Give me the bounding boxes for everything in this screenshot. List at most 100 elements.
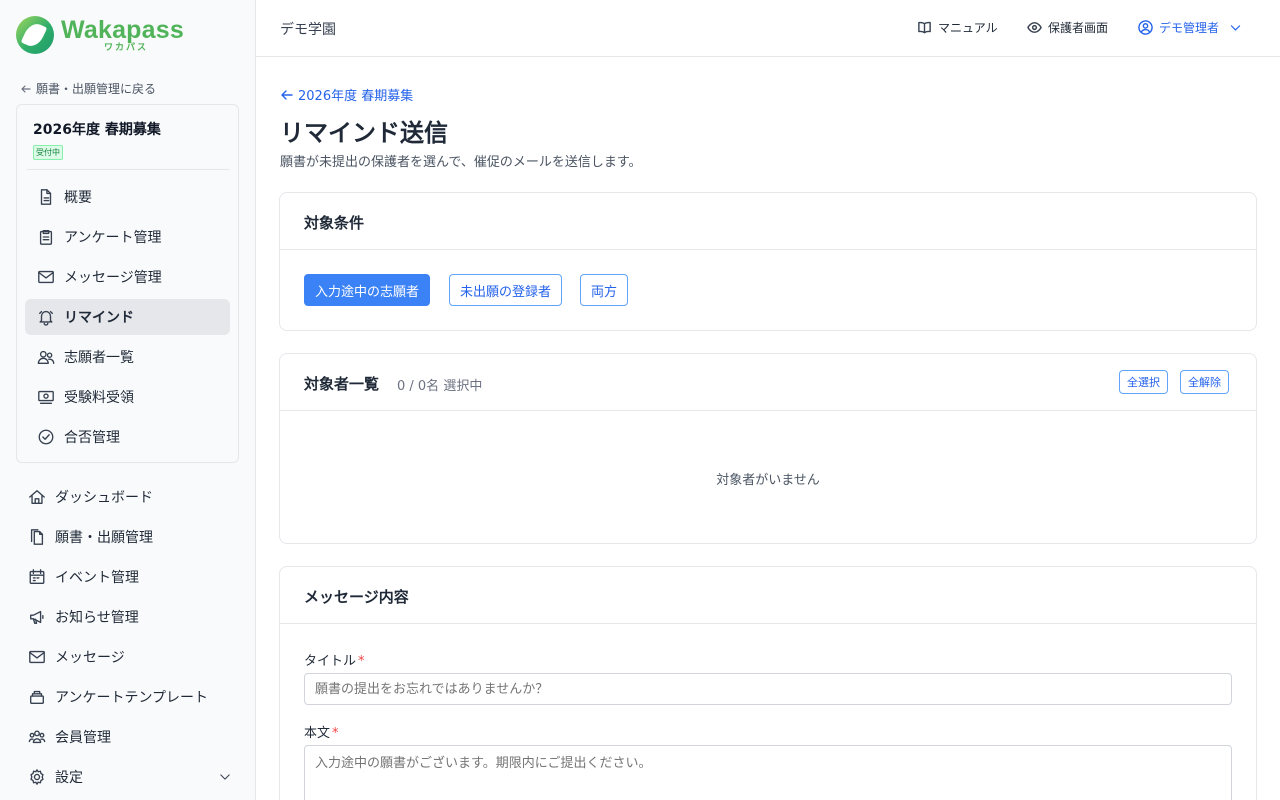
sidebar-item-label: ダッシュボード [55, 490, 153, 506]
check-circle-icon [38, 429, 54, 445]
main-content: 2026年度 春期募集 リマインド送信 願書が未提出の保護者を選んで、催促のメー… [256, 57, 1280, 800]
deselect-all-button[interactable]: 全解除 [1180, 370, 1229, 394]
sidebar-item-results[interactable]: 合否管理 [25, 419, 230, 455]
clipboard-icon [39, 230, 53, 245]
sidebar-item-survey-templates[interactable]: アンケートテンプレート [28, 679, 232, 715]
users-icon [37, 350, 55, 364]
sidebar-item-applicants[interactable]: 志願者一覧 [25, 339, 230, 375]
sidebar-item-label: アンケート管理 [64, 230, 162, 246]
panel-header: メッセージ内容 [280, 567, 1256, 624]
manual-label: マニュアル [938, 21, 998, 35]
top-header: デモ学園 マニュアル 保護者画面 デモ管理者 [256, 0, 1280, 57]
targets-panel: 対象者一覧 0 / 0名 選択中 全選択 全解除 対象者がいません [279, 353, 1257, 544]
mail-icon [29, 650, 45, 664]
sidebar: Wakapass ワカパス 願書・出願管理に戻る 2026年度 春期募集 受付中… [0, 0, 256, 800]
empty-state: 対象者がいません [716, 473, 820, 488]
sidebar-item-overview[interactable]: 概要 [25, 179, 230, 215]
chevron-down-icon[interactable] [218, 770, 232, 784]
bell-icon [39, 310, 53, 326]
sidebar-item-message[interactable]: メッセージ [28, 639, 232, 675]
required-mark: * [332, 726, 339, 741]
sidebar-item-events[interactable]: イベント管理 [28, 559, 232, 595]
panel-header: 対象条件 [280, 193, 1256, 250]
sidebar-item-dashboard[interactable]: ダッシュボード [28, 479, 232, 515]
breadcrumb-label: 2026年度 春期募集 [298, 89, 414, 104]
sidebar-item-members[interactable]: 会員管理 [28, 719, 232, 755]
sidebar-item-label: イベント管理 [55, 570, 139, 586]
sidebar-item-label: 願書・出願管理 [55, 530, 153, 546]
sidebar-item-fee[interactable]: 受験料受領 [25, 379, 230, 415]
select-all-button[interactable]: 全選択 [1119, 370, 1168, 394]
sidebar-item-label: 合否管理 [64, 430, 120, 446]
chevron-down-icon [1230, 25, 1241, 31]
school-name: デモ学園 [280, 22, 336, 38]
required-mark: * [358, 654, 365, 669]
back-link[interactable]: 願書・出願管理に戻る [20, 80, 156, 97]
user-menu[interactable]: デモ管理者 [1138, 19, 1242, 36]
back-link-label: 願書・出願管理に戻る [36, 82, 157, 96]
sidebar-item-applications[interactable]: 願書・出願管理 [28, 519, 232, 555]
sidebar-item-label: リマインド [64, 310, 134, 326]
mail-icon [38, 270, 54, 284]
sidebar-item-remind[interactable]: リマインド [25, 299, 230, 335]
files-icon [30, 529, 44, 545]
condition-unapplied-button[interactable]: 未出願の登録者 [449, 274, 563, 306]
breadcrumb[interactable]: 2026年度 春期募集 [280, 85, 413, 104]
brand-kana: ワカパス [103, 42, 148, 53]
recruit-card: 2026年度 春期募集 受付中 概要 アンケート管理 メッセージ管理 リマインド… [16, 104, 239, 463]
body-label: 本文 * [304, 722, 339, 741]
subject-label: タイトル * [304, 650, 365, 669]
sidebar-item-label: メッセージ [55, 650, 125, 666]
message-panel: メッセージ内容 タイトル* 本文* [279, 566, 1257, 800]
logo-mark-icon [16, 16, 54, 54]
sidebar-item-label: メッセージ管理 [64, 270, 162, 286]
brand-name: Wakapass [61, 15, 184, 44]
conditions-title: 対象条件 [304, 214, 365, 232]
recruit-title: 2026年度 春期募集 [33, 122, 161, 138]
manual-link[interactable]: マニュアル [917, 19, 998, 36]
selection-count: 0 / 0名 選択中 [397, 379, 483, 394]
calendar-icon [29, 569, 45, 584]
megaphone-icon [30, 610, 44, 624]
book-icon [918, 21, 931, 34]
condition-both-button[interactable]: 両方 [580, 274, 629, 306]
panel-header: 対象者一覧 0 / 0名 選択中 全選択 全解除 [280, 354, 1256, 411]
sidebar-item-survey[interactable]: アンケート管理 [25, 219, 230, 255]
guardian-view-label: 保護者画面 [1048, 21, 1109, 35]
sidebar-item-settings[interactable]: 設定 [28, 759, 232, 795]
brand-logo[interactable]: Wakapass ワカパス [16, 16, 184, 54]
eye-icon [1027, 22, 1042, 33]
guardian-view-link[interactable]: 保護者画面 [1027, 19, 1108, 36]
conditions-panel: 対象条件 入力途中の志願者 未出願の登録者 両方 [279, 192, 1257, 331]
sidebar-item-label: 会員管理 [55, 730, 111, 746]
page-description: 願書が未提出の保護者を選んで、催促のメールを送信します。 [280, 155, 642, 170]
body-textarea[interactable] [304, 745, 1232, 800]
page-title: リマインド送信 [280, 119, 448, 147]
card-divider [27, 169, 230, 170]
user-circle-icon [1138, 20, 1153, 35]
subject-label-text: タイトル [304, 654, 357, 669]
home-icon [29, 490, 45, 504]
group-icon [28, 730, 46, 744]
sidebar-item-label: 概要 [64, 190, 92, 206]
targets-title: 対象者一覧 [304, 375, 380, 393]
user-name: デモ管理者 [1159, 21, 1220, 35]
sidebar-item-label: 志願者一覧 [64, 350, 134, 366]
sidebar-item-label: お知らせ管理 [55, 610, 139, 626]
document-icon [40, 189, 52, 205]
body-label-text: 本文 [304, 726, 331, 741]
stack-icon [30, 690, 44, 704]
gear-icon [30, 769, 44, 785]
sidebar-item-announcements[interactable]: お知らせ管理 [28, 599, 232, 635]
arrow-left-icon [281, 89, 293, 100]
sidebar-item-label: アンケートテンプレート [55, 690, 209, 706]
message-title: メッセージ内容 [304, 588, 409, 606]
condition-in-progress-button[interactable]: 入力途中の志願者 [304, 274, 431, 306]
money-icon [38, 390, 54, 404]
subject-input[interactable] [304, 673, 1232, 705]
sidebar-item-messages[interactable]: メッセージ管理 [25, 259, 230, 295]
sidebar-item-label: 設定 [55, 770, 83, 786]
sidebar-item-label: 受験料受領 [64, 390, 134, 406]
status-badge: 受付中 [33, 145, 63, 160]
arrow-left-icon [21, 84, 31, 93]
